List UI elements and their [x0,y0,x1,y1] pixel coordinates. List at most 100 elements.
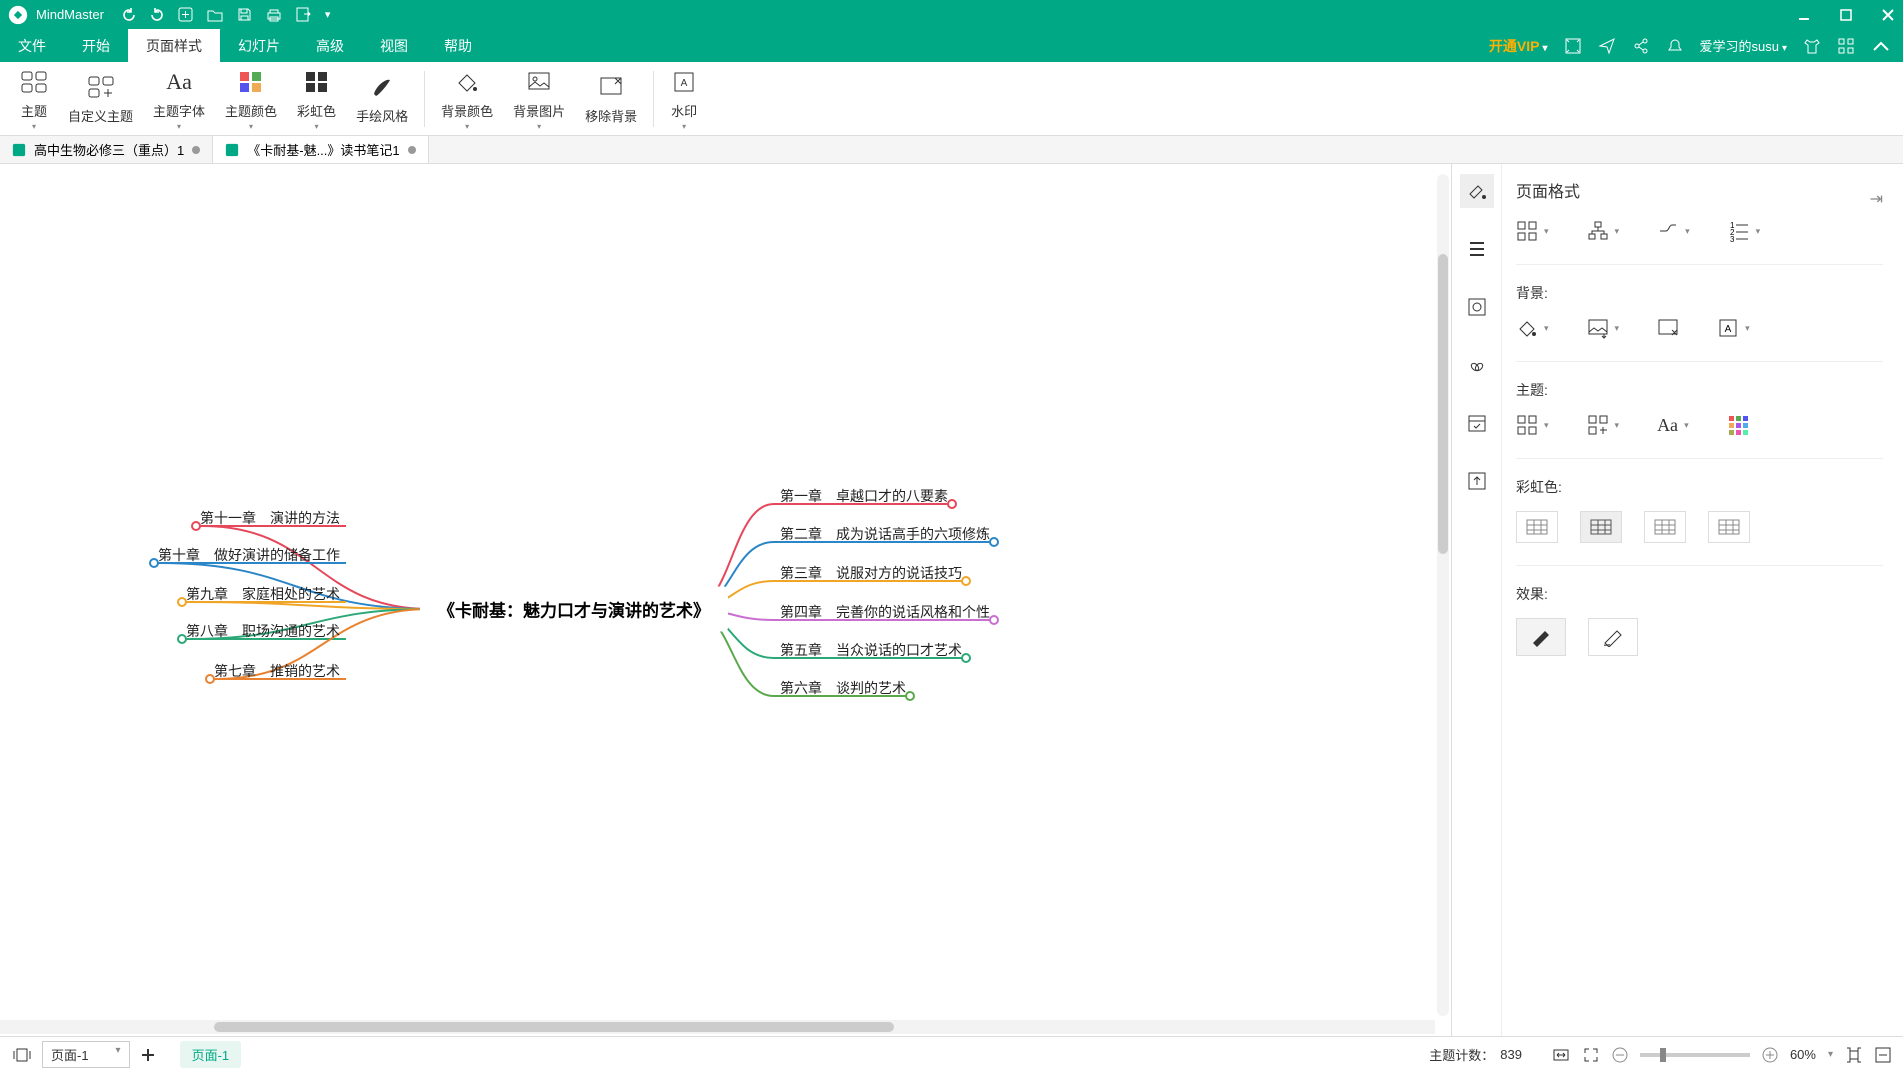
ribbon-theme[interactable]: 主题▾ [10,62,58,135]
user-menu[interactable]: 爱学习的susu [1700,36,1788,55]
rptab-export[interactable] [1460,464,1494,498]
mindmap-node[interactable]: 第九章 家庭相处的艺术 [186,584,340,604]
theme-custom[interactable]: ▾ [1587,414,1620,436]
node-toggle-dot[interactable] [149,558,159,568]
ribbon-theme-color[interactable]: 主题颜色▾ [215,62,287,135]
structure-selector[interactable]: ▾ [1587,220,1620,242]
node-toggle-dot[interactable] [905,691,915,701]
rptab-clip[interactable] [1460,348,1494,382]
apps-icon[interactable] [1837,37,1855,55]
canvas[interactable]: 《卡耐基：魅力口才与演讲的艺术》 第一章 卓越口才的八要素第二章 成为说话高手的… [0,164,1451,1036]
menu-page-style[interactable]: 页面样式 [128,29,220,62]
node-toggle-dot[interactable] [961,653,971,663]
fullscreen-icon[interactable] [1564,37,1582,55]
mindmap-node[interactable]: 第四章 完善你的说话风格和个性 [780,602,990,622]
shirt-icon[interactable] [1803,37,1821,55]
bg-image[interactable]: ▾ [1587,317,1620,339]
mindmap-node[interactable]: 第八章 职场沟通的艺术 [186,621,340,641]
menu-advanced[interactable]: 高级 [298,29,362,62]
doctab-1[interactable]: 《卡耐基-魅...》读书笔记1 [213,136,428,163]
undo-icon[interactable] [122,8,136,22]
mindmap-node[interactable]: 第七章 推销的艺术 [214,661,340,681]
theme-preset[interactable]: ▾ [1516,414,1549,436]
rptab-style[interactable] [1460,174,1494,208]
node-toggle-dot[interactable] [947,499,957,509]
menu-start[interactable]: 开始 [64,29,128,62]
layout-selector[interactable]: ▾ [1516,220,1549,242]
doctab-0[interactable]: 高中生物必修三（重点）1 [0,136,213,163]
bell-icon[interactable] [1666,37,1684,55]
node-toggle-dot[interactable] [177,634,187,644]
rainbow-opt-2[interactable] [1580,511,1622,543]
ribbon-bgimage[interactable]: 背景图片▾ [503,62,575,135]
connector-selector[interactable]: ▾ [1657,220,1690,242]
theme-colorgrid[interactable] [1727,414,1749,436]
open-icon[interactable] [207,8,223,22]
minus-box-icon[interactable] [1875,1047,1891,1063]
mindmap-node[interactable]: 第三章 说服对方的说话技巧 [780,563,962,583]
effect-handdrawn[interactable] [1588,618,1638,656]
collapse-ribbon-icon[interactable] [1871,39,1891,53]
close-icon[interactable] [1881,8,1895,22]
print-icon[interactable] [266,8,282,22]
menu-view[interactable]: 视图 [362,29,426,62]
maximize-icon[interactable] [1839,8,1853,22]
mindmap-node[interactable]: 第五章 当众说话的口才艺术 [780,640,962,660]
zoom-out-icon[interactable] [1612,1047,1628,1063]
horizontal-scrollbar[interactable] [0,1020,1435,1034]
mindmap-node[interactable]: 第一章 卓越口才的八要素 [780,486,948,506]
bg-watermark[interactable]: A▾ [1717,317,1750,339]
menu-help[interactable]: 帮助 [426,29,490,62]
rainbow-opt-4[interactable] [1708,511,1750,543]
page-selector[interactable]: 页面-1 [42,1041,130,1068]
node-toggle-dot[interactable] [191,521,201,531]
rainbow-opt-1[interactable] [1516,511,1558,543]
theme-font[interactable]: Aa▾ [1657,415,1689,436]
node-toggle-dot[interactable] [961,576,971,586]
ribbon-remove-bg[interactable]: 移除背景 [575,62,647,135]
qat-more-icon[interactable]: ▾ [325,8,331,21]
numbering-selector[interactable]: 123▾ [1728,220,1761,242]
mindmap-center[interactable]: 《卡耐基：魅力口才与演讲的艺术》 [420,587,728,632]
mindmap-node[interactable]: 第十章 做好演讲的储备工作 [158,545,340,565]
node-toggle-dot[interactable] [989,537,999,547]
rptab-outline[interactable] [1460,232,1494,266]
mindmap-node[interactable]: 第十一章 演讲的方法 [200,508,340,528]
ribbon-theme-font[interactable]: Aa 主题字体▾ [143,62,215,135]
export-icon[interactable] [296,7,311,22]
effect-normal[interactable] [1516,618,1566,656]
bg-fill[interactable]: ▾ [1516,317,1549,339]
new-icon[interactable] [178,7,193,22]
page-chip[interactable]: 页面-1 [180,1041,242,1068]
slide-view-icon[interactable] [12,1047,32,1063]
zoom-in-icon[interactable] [1762,1047,1778,1063]
minimize-icon[interactable] [1797,8,1811,22]
ribbon-custom-theme[interactable]: 自定义主题 [58,62,143,135]
fit-page-icon[interactable] [1582,1046,1600,1064]
ribbon-rainbow[interactable]: 彩虹色▾ [287,62,346,135]
node-toggle-dot[interactable] [205,674,215,684]
zoom-slider[interactable] [1640,1053,1750,1057]
redo-icon[interactable] [150,8,164,22]
vertical-scrollbar[interactable] [1437,174,1449,1016]
save-icon[interactable] [237,7,252,22]
vip-button[interactable]: 开通VIP [1489,36,1548,56]
rightpane-collapse-icon[interactable]: ⇥ [1870,189,1883,209]
rptab-task[interactable] [1460,406,1494,440]
center-icon[interactable] [1845,1046,1863,1064]
share-icon[interactable] [1632,37,1650,55]
ribbon-handdrawn[interactable]: 手绘风格 [346,62,418,135]
mindmap-node[interactable]: 第六章 谈判的艺术 [780,678,906,698]
mindmap-node[interactable]: 第二章 成为说话高手的六项修炼 [780,524,990,544]
ribbon-watermark[interactable]: A 水印▾ [660,62,708,135]
rainbow-opt-3[interactable] [1644,511,1686,543]
menu-file[interactable]: 文件 [0,29,64,62]
ribbon-bgcolor[interactable]: 背景颜色▾ [431,62,503,135]
rptab-icon[interactable] [1460,290,1494,324]
menu-slideshow[interactable]: 幻灯片 [220,29,298,62]
node-toggle-dot[interactable] [989,615,999,625]
node-toggle-dot[interactable] [177,597,187,607]
send-icon[interactable] [1598,37,1616,55]
add-page-icon[interactable] [140,1047,156,1063]
bg-remove[interactable] [1657,317,1679,339]
